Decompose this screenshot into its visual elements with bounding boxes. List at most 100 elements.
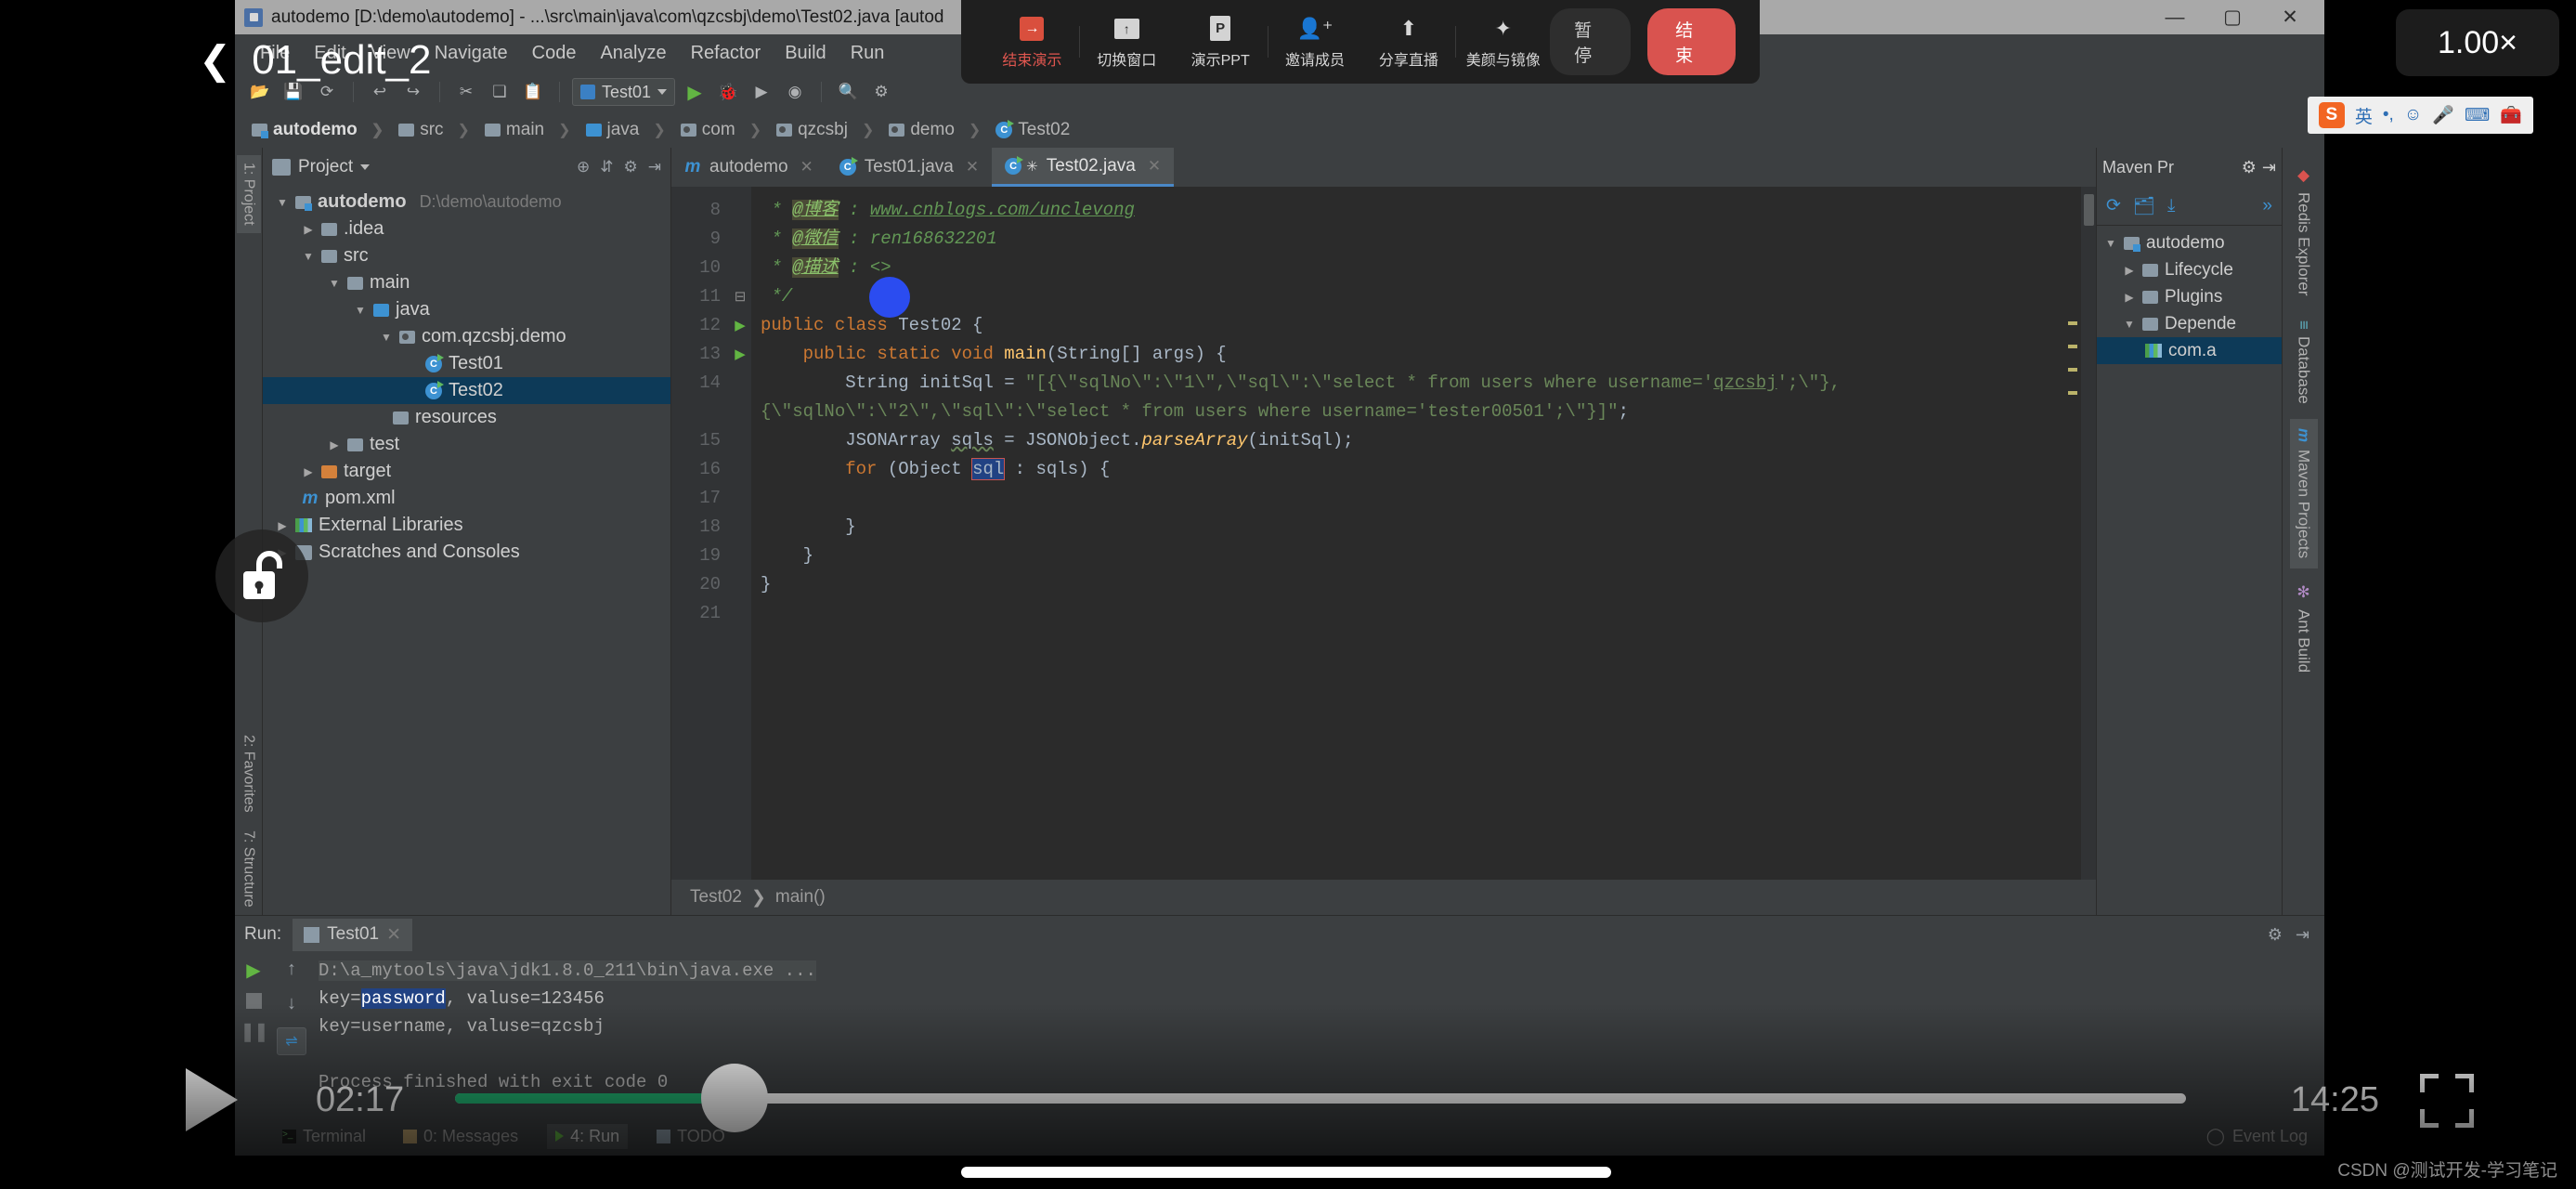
sogou-logo-icon[interactable]: S [2318, 102, 2345, 128]
breadcrumb-item-src[interactable]: src ❯ [395, 120, 481, 140]
expand-arrow-icon[interactable]: ▼ [328, 277, 341, 290]
bottom-tab-run[interactable]: 4: Run [547, 1123, 629, 1149]
progress-slider[interactable] [455, 1064, 2186, 1132]
generate-sources-icon[interactable]: 🗂 [2133, 195, 2155, 217]
expand-arrow-icon[interactable]: ▶ [2123, 291, 2136, 304]
run-tab-test01[interactable]: Test01 ✕ [293, 918, 413, 951]
close-icon[interactable]: ✕ [800, 158, 813, 176]
tool-tab-redis-explorer[interactable]: ◆ Redis Explorer [2290, 157, 2318, 306]
close-icon[interactable]: ✕ [966, 158, 979, 176]
maven-row-lifecycle[interactable]: ▶ Lifecycle [2097, 256, 2282, 283]
soft-wrap-icon[interactable]: ⇌ [277, 1027, 306, 1055]
tool-tab-database[interactable]: ≡ Database [2290, 311, 2318, 414]
breadcrumb-item-test02[interactable]: C Test02 [992, 120, 1081, 140]
maven-row-autodemo[interactable]: ▼ autodemo [2097, 229, 2282, 256]
play-button[interactable] [186, 1068, 238, 1131]
settings-icon[interactable]: ⚙ [867, 78, 895, 106]
reimport-icon[interactable]: ⟳ [2106, 195, 2121, 216]
switch-window-button[interactable]: ↑ 切换窗口 [1080, 15, 1174, 70]
tree-row-package[interactable]: ▼ com.qzcsbj.demo [263, 323, 670, 350]
settings-icon[interactable]: ⚙ [624, 158, 638, 176]
cut-icon[interactable]: ✂ [452, 78, 480, 106]
expand-arrow-icon[interactable]: ▼ [2123, 318, 2136, 331]
expand-arrow-icon[interactable]: ▼ [380, 331, 393, 344]
settings-icon[interactable]: ⚙ [2268, 925, 2283, 945]
breadcrumb-item-main[interactable]: main ❯ [481, 120, 582, 140]
keyboard-icon[interactable]: ⌨ [2465, 105, 2490, 126]
stop-presentation-button[interactable]: 结束 [1647, 8, 1736, 75]
search-everywhere-icon[interactable]: 🔍 [834, 78, 862, 106]
microphone-icon[interactable]: 🎤 [2432, 104, 2454, 126]
run-icon[interactable]: ▶ [681, 78, 709, 106]
bottom-tab-messages[interactable]: 0: Messages [395, 1124, 527, 1149]
warning-marker-icon[interactable] [2068, 345, 2077, 348]
tree-row-test02[interactable]: C Test02 [263, 377, 670, 404]
paste-icon[interactable]: 📋 [519, 78, 547, 106]
close-icon[interactable]: ✕ [1148, 157, 1161, 176]
expand-arrow-icon[interactable]: ▼ [354, 304, 367, 317]
punctuation-icon[interactable]: •, [2383, 105, 2394, 125]
expand-arrow-icon[interactable]: ▼ [276, 196, 289, 209]
expand-arrow-icon[interactable]: ▶ [276, 519, 289, 532]
expand-arrow-icon[interactable]: ▶ [2123, 264, 2136, 277]
rerun-icon[interactable]: ▶ [246, 959, 260, 982]
profile-icon[interactable]: ◉ [781, 78, 809, 106]
run-class-marker-icon[interactable]: ▶ [729, 311, 751, 340]
expand-arrow-icon[interactable]: ▶ [328, 438, 341, 451]
download-sources-icon[interactable]: ⤓ [2167, 196, 2175, 216]
fullscreen-button[interactable] [2420, 1074, 2474, 1128]
present-ppt-button[interactable]: P 演示PPT [1174, 15, 1268, 70]
tool-tab-project[interactable]: 1: Project [236, 155, 261, 233]
tree-row-scratches[interactable]: ▶ Scratches and Consoles [263, 539, 670, 566]
tree-row-src[interactable]: ▼ src [263, 242, 670, 269]
chevron-left-icon[interactable]: ❮ [199, 41, 231, 80]
tool-tab-ant-build[interactable]: ✻ Ant Build [2290, 574, 2318, 682]
expand-arrow-icon[interactable]: ▶ [302, 465, 315, 478]
editor-tab-test02[interactable]: C ✳ Test02.java ✕ [992, 148, 1175, 187]
expand-arrow-icon[interactable]: ▼ [2104, 237, 2117, 250]
run-configuration-selector[interactable]: Test01 [572, 78, 676, 106]
tree-row-resources[interactable]: resources [263, 404, 670, 431]
progress-handle[interactable] [700, 1064, 768, 1132]
tree-row-main[interactable]: ▼ main [263, 269, 670, 296]
breadcrumb-method[interactable]: main() [775, 887, 826, 908]
copy-icon[interactable]: ❏ [486, 78, 514, 106]
menu-navigate[interactable]: Navigate [423, 39, 520, 68]
fold-marker-icon[interactable]: ⊟ [729, 282, 751, 311]
debug-icon[interactable]: 🐞 [714, 78, 742, 106]
tree-row-target[interactable]: ▶ target [263, 458, 670, 485]
chevron-down-icon[interactable] [360, 164, 371, 170]
bottom-tab-terminal[interactable]: >_ Terminal [274, 1124, 374, 1149]
hide-icon[interactable]: ⇥ [2262, 158, 2276, 177]
maven-row-plugins[interactable]: ▶ Plugins [2097, 283, 2282, 310]
breadcrumb-item-qzcsbj[interactable]: qzcsbj ❯ [773, 120, 885, 140]
tree-row-java[interactable]: ▼ java [263, 296, 670, 323]
share-live-button[interactable]: ⬆ 分享直播 [1361, 15, 1455, 70]
emoji-icon[interactable]: ☺ [2404, 105, 2422, 125]
warning-marker-icon[interactable] [2068, 391, 2077, 395]
menu-code[interactable]: Code [520, 39, 589, 68]
page-scroll-indicator[interactable] [961, 1167, 1611, 1178]
invite-member-button[interactable]: 👤⁺ 邀请成员 [1268, 15, 1362, 70]
settings-icon[interactable]: ⚙ [2242, 158, 2257, 177]
beauty-mirror-button[interactable]: ✦ 美颜与镜像 [1456, 15, 1550, 70]
breadcrumb-item-com[interactable]: com ❯ [677, 120, 773, 140]
tree-row-autodemo[interactable]: ▼ autodemo D:\demo\autodemo [263, 189, 670, 216]
tree-row-pom[interactable]: m pom.xml [263, 485, 670, 512]
tree-row-test01[interactable]: C Test01 [263, 350, 670, 377]
coverage-icon[interactable]: ▶ [748, 78, 775, 106]
screen-lock-button[interactable] [215, 529, 308, 622]
stop-icon[interactable] [245, 993, 262, 1009]
locate-icon[interactable]: ⊕ [577, 158, 590, 176]
breadcrumb-class[interactable]: Test02 [690, 887, 742, 908]
tree-row-external-libraries[interactable]: ▶ External Libraries [263, 512, 670, 539]
hide-icon[interactable]: ⇥ [2296, 925, 2309, 945]
minimize-button[interactable]: — [2146, 0, 2204, 34]
run-method-marker-icon[interactable]: ▶ [729, 340, 751, 369]
breadcrumb-item-java[interactable]: java ❯ [582, 120, 677, 140]
event-log-tab[interactable]: ◯ Event Log [2206, 1127, 2324, 1146]
warning-marker-icon[interactable] [2068, 368, 2077, 372]
breadcrumb-item-demo[interactable]: demo ❯ [885, 120, 992, 140]
menu-refactor[interactable]: Refactor [679, 39, 774, 68]
expand-arrow-icon[interactable]: ▼ [302, 250, 315, 263]
